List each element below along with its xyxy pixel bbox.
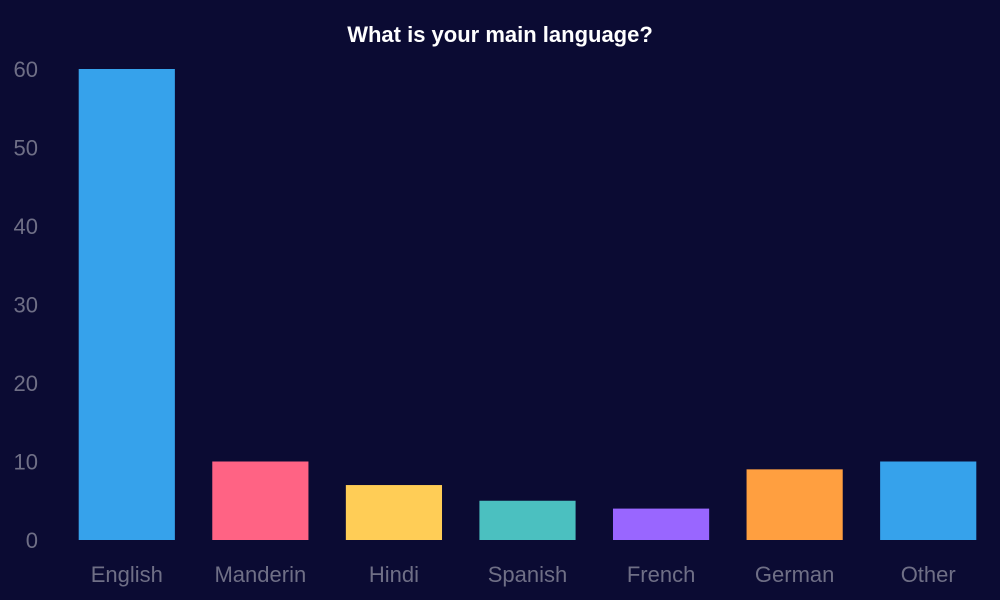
bar-spanish[interactable] — [479, 500, 576, 540]
bar-english[interactable] — [78, 69, 175, 540]
bar-chart: What is your main language? 0 10 20 30 40 50 6… — [14, 22, 977, 587]
x-tick-label: Spanish — [488, 562, 568, 587]
x-tick-label: French — [627, 562, 695, 587]
y-tick-label: 20 — [14, 371, 38, 396]
chart-container: What is your main language? 0 10 20 30 40 50 6… — [0, 0, 1000, 600]
chart-title: What is your main language? — [347, 22, 653, 47]
x-tick-label: English — [91, 562, 163, 587]
y-tick-label: 60 — [14, 57, 38, 82]
bar-manderin[interactable] — [212, 461, 309, 541]
y-tick-label: 50 — [14, 136, 38, 161]
x-axis-ticks: English Manderin Hindi Spanish French German O… — [91, 562, 956, 587]
bar-french[interactable] — [612, 508, 710, 540]
y-axis-ticks: 0 10 20 30 40 50 60 — [14, 57, 38, 553]
y-tick-label: 0 — [26, 528, 38, 553]
y-tick-label: 10 — [14, 450, 38, 475]
x-tick-label: Other — [901, 562, 956, 587]
x-tick-label: Manderin — [214, 562, 306, 587]
x-tick-label: Hindi — [369, 562, 419, 587]
bar-hindi[interactable] — [345, 485, 443, 540]
y-tick-label: 40 — [14, 214, 38, 239]
x-tick-label: German — [755, 562, 834, 587]
bar-other[interactable] — [880, 461, 977, 541]
y-tick-label: 30 — [14, 293, 38, 318]
bars — [78, 69, 977, 541]
bar-german[interactable] — [746, 469, 843, 540]
